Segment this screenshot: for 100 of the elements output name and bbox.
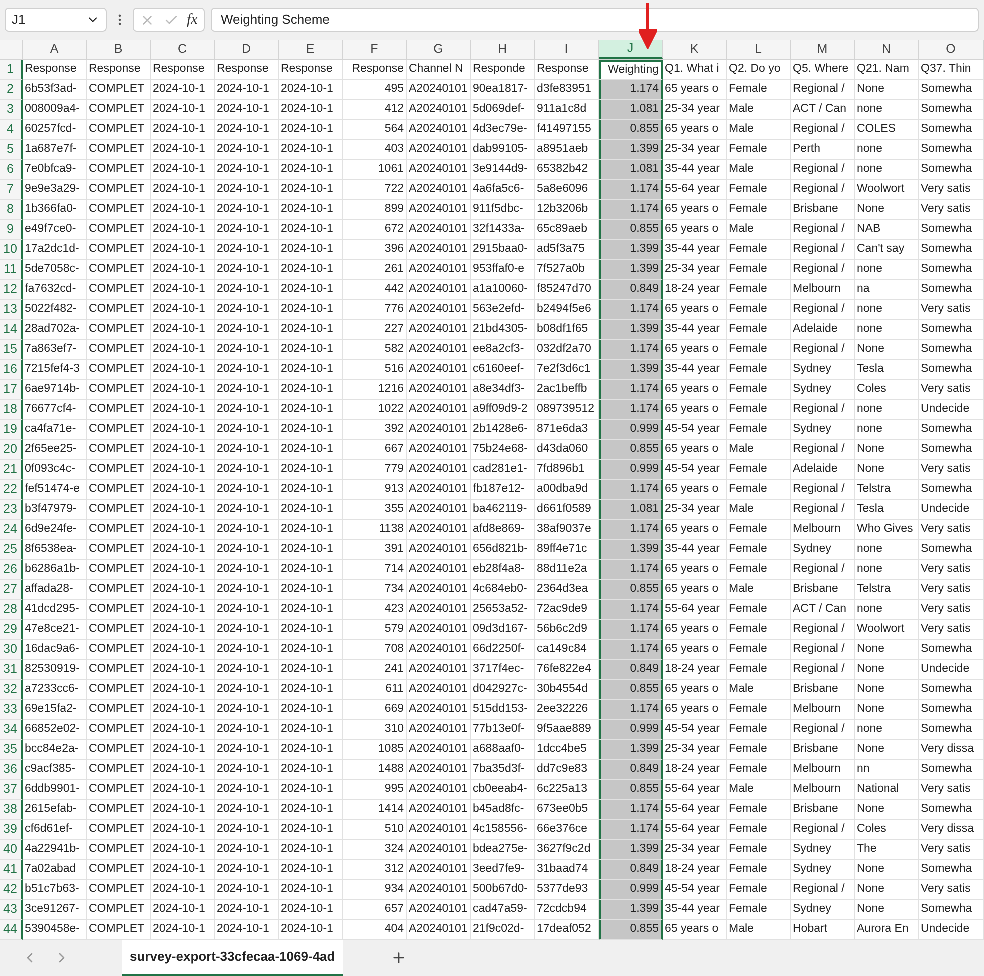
row-header[interactable]: 27 [0,580,23,600]
table-cell: 657 [343,900,407,920]
row-header[interactable]: 42 [0,880,23,900]
row-header[interactable]: 1 [0,60,23,80]
row-header[interactable]: 3 [0,100,23,120]
table-cell: 65 years o [663,640,727,660]
row-header[interactable]: 28 [0,600,23,620]
row-header[interactable]: 26 [0,560,23,580]
row-header[interactable]: 31 [0,660,23,680]
row-header[interactable]: 5 [0,140,23,160]
table-cell: 65 years o [663,620,727,640]
column-header[interactable]: K [663,40,727,59]
table-cell: 7e2f3d6c1 [535,360,599,380]
row-header[interactable]: 33 [0,700,23,720]
row-header[interactable]: 21 [0,460,23,480]
table-cell: 2024-10-1 [279,260,343,280]
row-header[interactable]: 41 [0,860,23,880]
row-header[interactable]: 44 [0,920,23,940]
table-cell: 1.174 [599,180,663,200]
row-header[interactable]: 13 [0,300,23,320]
table-cell: 65 years o [663,300,727,320]
table-cell: 4c158556- [471,820,535,840]
insert-function-button[interactable]: fx [186,8,198,32]
column-header[interactable]: A [23,40,87,59]
row-header[interactable]: 2 [0,80,23,100]
column-header[interactable]: C [151,40,215,59]
table-cell: A20240101 [407,720,471,740]
row-header[interactable]: 15 [0,340,23,360]
row-header[interactable]: 23 [0,500,23,520]
row-header[interactable]: 16 [0,360,23,380]
table-cell: 2024-10-1 [151,600,215,620]
table-cell: Melbourn [791,280,855,300]
sheet-tab[interactable]: survey-export-33cfecaa-1069-4ad [122,940,344,976]
table-cell: 5022f482- [23,300,87,320]
row-header[interactable]: 4 [0,120,23,140]
table-cell: 2024-10-1 [215,500,279,520]
column-header[interactable]: H [471,40,535,59]
formula-field[interactable]: Weighting Scheme [211,8,979,32]
table-cell: COMPLET [87,880,151,900]
name-box[interactable]: J1 [5,8,107,32]
table-cell: Sydney [791,420,855,440]
table-cell: none [855,400,919,420]
table-cell: Woolwort [855,180,919,200]
column-header[interactable]: G [407,40,471,59]
row-header[interactable]: 38 [0,800,23,820]
column-header[interactable]: J [599,40,663,59]
row-header[interactable]: 37 [0,780,23,800]
row-header[interactable]: 7 [0,180,23,200]
table-cell: COMPLET [87,260,151,280]
row-header[interactable]: 40 [0,840,23,860]
row-header[interactable]: 25 [0,540,23,560]
row-header[interactable]: 10 [0,240,23,260]
row-header[interactable]: 18 [0,400,23,420]
row-header[interactable]: 39 [0,820,23,840]
row-header[interactable]: 6 [0,160,23,180]
row-header[interactable]: 24 [0,520,23,540]
table-cell: 396 [343,240,407,260]
row-header[interactable]: 43 [0,900,23,920]
row-header[interactable]: 20 [0,440,23,460]
table-cell: 2024-10-1 [151,900,215,920]
column-header[interactable]: O [919,40,984,59]
column-header[interactable]: M [791,40,855,59]
table-cell: Male [727,120,791,140]
table-cell: 1.174 [599,600,663,620]
row-header[interactable]: 17 [0,380,23,400]
row-header[interactable]: 36 [0,760,23,780]
table-cell: 1.174 [599,400,663,420]
column-header[interactable]: D [215,40,279,59]
table-cell: Regional / [791,220,855,240]
column-header[interactable]: N [855,40,919,59]
row-header[interactable]: 35 [0,740,23,760]
table-cell: COMPLET [87,180,151,200]
table-cell: 0f093c4c- [23,460,87,480]
table-cell: Very satis [919,580,984,600]
table-cell: COMPLET [87,280,151,300]
row-header[interactable]: 11 [0,260,23,280]
table-cell: 0.999 [599,420,663,440]
table-cell: 2024-10-1 [279,540,343,560]
column-header[interactable]: E [279,40,343,59]
table-cell: 35-44 year [663,900,727,920]
column-header[interactable]: B [87,40,151,59]
row-header[interactable]: 19 [0,420,23,440]
row-header[interactable]: 12 [0,280,23,300]
row-header[interactable]: 22 [0,480,23,500]
table-cell: A20240101 [407,320,471,340]
table-cell: A20240101 [407,620,471,640]
row-header[interactable]: 32 [0,680,23,700]
row-header[interactable]: 8 [0,200,23,220]
row-header[interactable]: 14 [0,320,23,340]
table-cell: 72ac9de9 [535,600,599,620]
row-header[interactable]: 29 [0,620,23,640]
row-header[interactable]: 9 [0,220,23,240]
row-header[interactable]: 30 [0,640,23,660]
table-cell: A20240101 [407,580,471,600]
table-cell: 2024-10-1 [215,360,279,380]
table-cell: 2024-10-1 [215,440,279,460]
column-header[interactable]: F [343,40,407,59]
column-header[interactable]: L [727,40,791,59]
row-header[interactable]: 34 [0,720,23,740]
table-cell: 2024-10-1 [279,620,343,640]
